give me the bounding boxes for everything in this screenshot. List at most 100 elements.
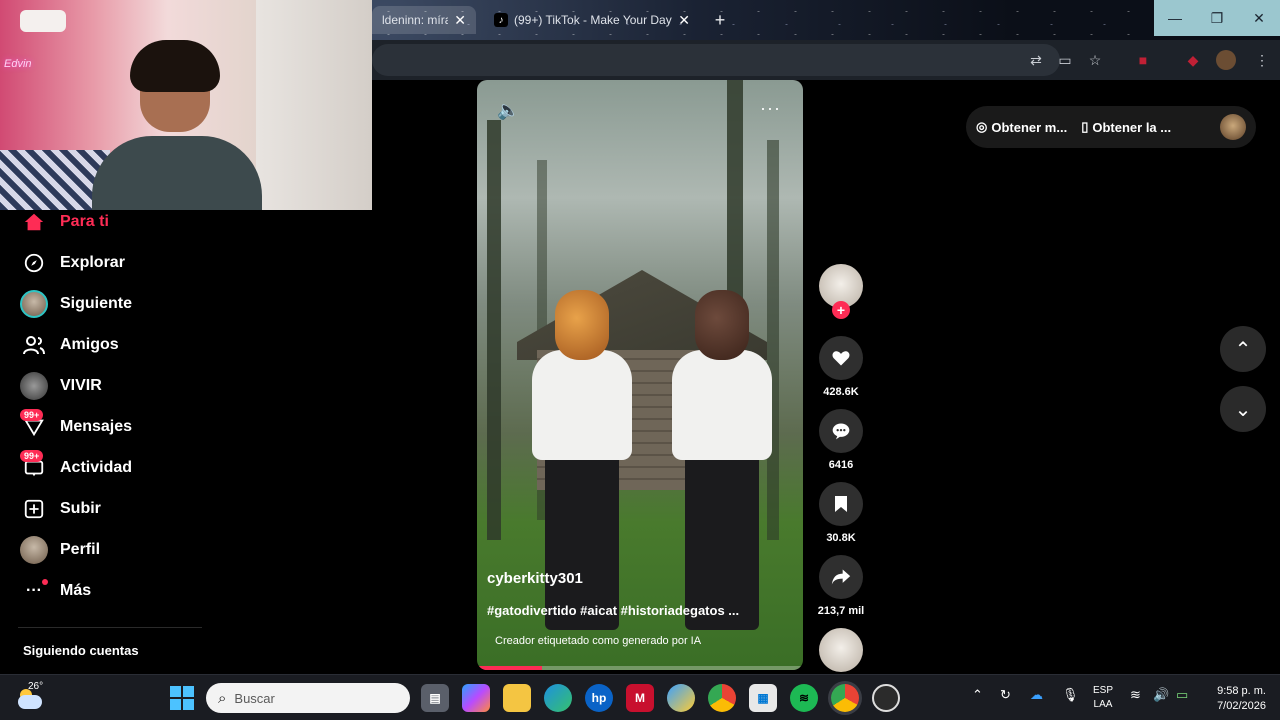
battery-icon[interactable]: ▭: [1176, 687, 1188, 703]
menu-icon[interactable]: ⋮: [1252, 50, 1272, 70]
sidebar-item-label: Siguiente: [60, 295, 133, 312]
bookmark-star-icon[interactable]: ☆: [1085, 50, 1105, 70]
keyboard-layout: LAA: [1093, 699, 1113, 710]
video-caption[interactable]: #gatodivertido #aicat #historiadegatos .…: [487, 603, 739, 618]
onedrive-icon[interactable]: ☁: [1030, 687, 1043, 703]
ms-store-icon[interactable]: ▦: [749, 684, 777, 712]
edge-icon[interactable]: [544, 684, 572, 712]
address-bar[interactable]: [372, 44, 1060, 76]
spotify-icon[interactable]: ≋: [790, 684, 818, 712]
home-icon: [18, 206, 50, 238]
minimize-button[interactable]: —: [1154, 0, 1196, 36]
boar-figure: [657, 290, 787, 630]
neon-sign: Edvin: [4, 58, 32, 70]
profile-avatar-icon[interactable]: [1216, 50, 1236, 70]
extension-icon[interactable]: ■: [1133, 50, 1153, 70]
volume-icon[interactable]: 🔊: [1153, 687, 1169, 703]
wifi-icon[interactable]: ≋: [1130, 687, 1141, 703]
video-progress-bar[interactable]: [477, 666, 803, 670]
jaguar-head: [555, 290, 609, 360]
mcafee-icon[interactable]: M: [626, 684, 654, 712]
comment-button[interactable]: [819, 409, 863, 453]
weather-app-icon[interactable]: [667, 684, 695, 712]
following-accounts-header: Siguiendo cuentas: [23, 643, 139, 658]
top-right-actions: ◎ Obtener m... ▯ Obtener la ...: [966, 106, 1256, 148]
sidebar-item-actividad[interactable]: 99+ Actividad: [18, 450, 132, 485]
sidebar-item-mas[interactable]: ··· Más: [18, 574, 91, 608]
microphone-icon[interactable]: 🎙: [1062, 687, 1079, 703]
door: [256, 0, 372, 210]
save-button[interactable]: [819, 482, 863, 526]
windows-start-icon[interactable]: [170, 686, 194, 710]
activity-badge: 99+: [20, 450, 44, 462]
taskbar-search[interactable]: ⌕ Buscar: [206, 683, 410, 713]
close-tab-icon[interactable]: ✕: [678, 12, 690, 29]
more-icon: ···: [18, 575, 50, 607]
notification-dot: [42, 579, 48, 585]
sidebar-item-perfil[interactable]: Perfil: [18, 533, 100, 567]
next-video-button[interactable]: ⌄: [1220, 386, 1266, 432]
time: 9:58 p. m.: [1217, 685, 1266, 697]
weather-widget[interactable]: 26°: [16, 681, 46, 713]
share-button[interactable]: [819, 555, 863, 599]
file-explorer-icon[interactable]: [503, 684, 531, 712]
profile-avatar-icon[interactable]: [1220, 114, 1246, 140]
messages-badge: 99+: [20, 409, 44, 421]
follow-button[interactable]: +: [832, 301, 850, 319]
tab-title: ldeninn: míral: [382, 13, 449, 27]
sidebar: Para ti Explorar Siguiente Amigos VIVIR …: [0, 210, 230, 680]
obs-icon[interactable]: [872, 684, 900, 712]
browser-tab[interactable]: ldeninn: míral ✕: [372, 6, 476, 34]
figure-torso: [672, 350, 772, 460]
sidebar-item-vivir[interactable]: VIVIR: [18, 369, 102, 403]
translate-icon[interactable]: ⇄: [1026, 50, 1046, 70]
boar-head: [695, 290, 749, 360]
hp-icon[interactable]: hp: [585, 684, 613, 712]
previous-video-button[interactable]: ⌃: [1220, 326, 1266, 372]
get-coins-label: Obtener m...: [991, 119, 1068, 135]
volume-icon[interactable]: 🔈: [497, 100, 519, 121]
close-window-button[interactable]: ✕: [1238, 0, 1280, 36]
sidebar-item-subir[interactable]: Subir: [18, 492, 101, 526]
install-app-icon[interactable]: ▭: [1055, 50, 1075, 70]
sidebar-item-label: Explorar: [60, 254, 125, 271]
chrome-profile-icon[interactable]: [831, 684, 859, 712]
sound-disc[interactable]: [819, 628, 863, 672]
clock[interactable]: 9:58 p. m. 7/02/2026: [1206, 684, 1266, 714]
get-app-button[interactable]: ▯ Obtener la ...: [1081, 119, 1171, 135]
sidebar-item-label: Amigos: [60, 336, 119, 353]
new-tab-button[interactable]: +: [708, 8, 732, 32]
video-player[interactable]: 🔈 ··· cyberkitty301 #gatodivertido #aica…: [477, 80, 803, 670]
tree: [487, 120, 501, 540]
sidebar-item-label: Mensajes: [60, 418, 133, 435]
comment-count: 6416: [828, 459, 854, 471]
show-hidden-icons-icon[interactable]: ⌃: [972, 687, 983, 703]
chrome-icon[interactable]: [708, 684, 736, 712]
sync-icon[interactable]: ↻: [1000, 687, 1011, 703]
streamer: [92, 40, 262, 210]
window-controls: — ❐ ✕: [1154, 0, 1280, 36]
sidebar-item-explorar[interactable]: Explorar: [18, 246, 125, 280]
activity-icon: 99+: [18, 450, 50, 484]
sidebar-item-siguiente[interactable]: Siguiente: [18, 287, 132, 321]
more-dots-icon[interactable]: ···: [760, 98, 781, 119]
sidebar-item-amigos[interactable]: Amigos: [18, 328, 119, 362]
video-username[interactable]: cyberkitty301: [487, 570, 583, 587]
comment-icon: [832, 423, 850, 440]
language-indicator[interactable]: ESP LAA: [1093, 684, 1113, 712]
sidebar-item-mensajes[interactable]: 99+ Mensajes: [18, 409, 133, 444]
like-button[interactable]: [819, 336, 863, 380]
webcam-overlay: Edvin: [0, 0, 372, 210]
screen: { "browser": { "tabs": [ {"title": "lden…: [0, 0, 1280, 720]
share-icon: [831, 569, 851, 585]
language-code: ESP: [1093, 685, 1114, 696]
task-view-icon[interactable]: ▤: [421, 684, 449, 712]
heart-icon: [832, 351, 850, 366]
close-tab-icon[interactable]: ✕: [454, 12, 466, 29]
browser-tab-active[interactable]: ♪ (99+) TikTok - Make Your Day ✕: [484, 6, 700, 34]
sidebar-item-para-ti[interactable]: Para ti: [18, 205, 109, 239]
copilot-icon[interactable]: [462, 684, 490, 712]
extension-icon[interactable]: ◆: [1183, 50, 1203, 70]
restore-button[interactable]: ❐: [1196, 0, 1238, 36]
get-coins-button[interactable]: ◎ Obtener m...: [976, 119, 1067, 135]
